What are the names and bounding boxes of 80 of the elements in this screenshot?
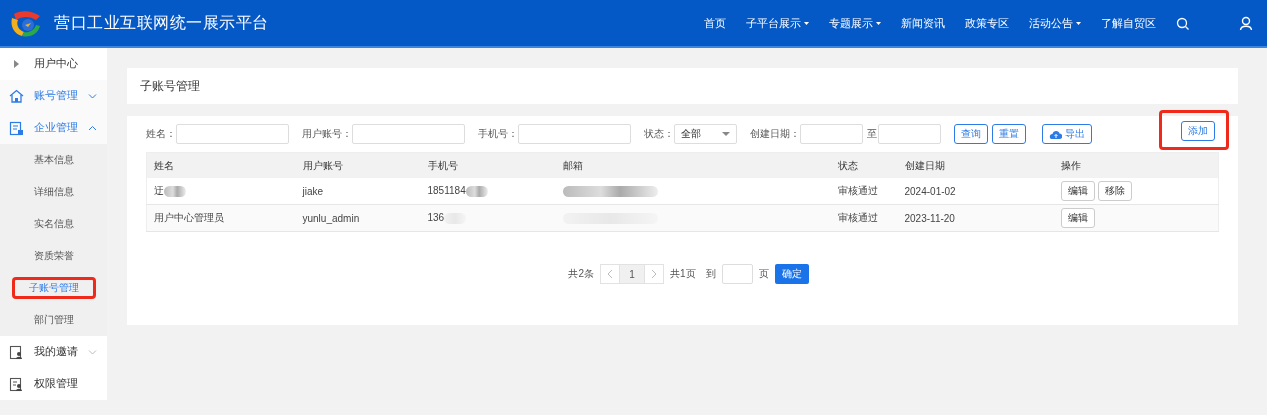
document-icon bbox=[8, 120, 24, 136]
caret-icon bbox=[804, 21, 809, 25]
table-cell: 2023-11-20 bbox=[904, 212, 955, 224]
table-cell: 用户中心管理员 bbox=[154, 212, 224, 223]
person-document-icon bbox=[8, 344, 24, 360]
nav-link[interactable]: 子平台展示 bbox=[746, 15, 809, 31]
table-cell: jiake bbox=[302, 185, 324, 197]
column-header: 姓名 bbox=[146, 152, 296, 178]
column-header: 状态 bbox=[830, 152, 898, 178]
column-header: 手机号 bbox=[420, 152, 556, 178]
date-field[interactable] bbox=[878, 124, 941, 144]
input-field[interactable] bbox=[176, 124, 289, 144]
table-cell: 2024-01-02 bbox=[904, 185, 956, 197]
field-label: 状态： bbox=[644, 127, 674, 141]
sidebar-item[interactable]: 企业管理 bbox=[0, 112, 107, 144]
table-cell: 1851184 bbox=[427, 185, 466, 197]
input-field[interactable] bbox=[352, 124, 465, 144]
confirm-button[interactable]: 确定 bbox=[774, 264, 809, 284]
submenu-item[interactable]: 基本信息 bbox=[33, 153, 74, 167]
table-cell: yunlu_admin bbox=[302, 212, 360, 224]
user-icon bbox=[1239, 16, 1253, 30]
nav-link[interactable]: 专题展示 bbox=[829, 15, 881, 31]
submenu-item[interactable]: 部门管理 bbox=[33, 313, 74, 327]
search-icon bbox=[1176, 16, 1189, 30]
goto-label: 到 bbox=[705, 267, 716, 281]
row-action-button[interactable]: 编辑 bbox=[1060, 181, 1095, 201]
input-field[interactable] bbox=[518, 124, 631, 144]
field-label: 创建日期： bbox=[750, 127, 800, 141]
site-title: 营口工业互联网统一展示平台 bbox=[54, 12, 269, 33]
user-button[interactable] bbox=[1239, 16, 1253, 30]
house-icon bbox=[8, 88, 24, 104]
sidebar-item[interactable]: 用户中心 bbox=[0, 48, 107, 80]
action-button[interactable]: 导出 bbox=[1042, 124, 1092, 144]
nav-link[interactable]: 活动公告 bbox=[1029, 15, 1081, 31]
sidebar-item[interactable]: 权限管理 bbox=[0, 368, 107, 400]
person-document-icon bbox=[8, 376, 24, 392]
field-label: 手机号： bbox=[478, 127, 518, 141]
page-button[interactable]: 1 bbox=[619, 265, 645, 283]
submenu-item[interactable]: 资质荣誉 bbox=[33, 249, 74, 263]
sidebar-item[interactable]: 账号管理 bbox=[0, 80, 107, 112]
total-count: 共2条 bbox=[568, 267, 594, 281]
add-button[interactable]: 添加 bbox=[1181, 121, 1215, 141]
nav-link[interactable]: 政策专区 bbox=[965, 15, 1009, 31]
field-label: 姓名： bbox=[146, 127, 176, 141]
submenu-item[interactable]: 详细信息 bbox=[33, 185, 74, 199]
table-cell: 审核通过 bbox=[837, 212, 878, 223]
status-select[interactable]: 全部 bbox=[674, 124, 737, 144]
column-header: 创建日期 bbox=[897, 152, 1054, 178]
action-button[interactable]: 查询 bbox=[954, 124, 988, 144]
row-action-button[interactable]: 移除 bbox=[1097, 181, 1132, 201]
caret-icon bbox=[13, 60, 19, 68]
page-unit: 页 bbox=[758, 267, 769, 281]
nav-link[interactable]: 新闻资讯 bbox=[901, 15, 945, 31]
nav-link[interactable]: 首页 bbox=[704, 15, 726, 31]
page-input[interactable] bbox=[721, 264, 753, 284]
table-cell: 136 bbox=[427, 212, 445, 224]
search-button[interactable] bbox=[1176, 16, 1189, 30]
column-header: 用户账号 bbox=[295, 152, 421, 178]
cloud-upload-icon bbox=[1049, 128, 1062, 140]
submenu-item[interactable]: 子账号管理 bbox=[28, 281, 79, 295]
chevron-right-icon bbox=[651, 269, 657, 279]
column-header: 操作 bbox=[1053, 152, 1219, 178]
row-action-button[interactable]: 编辑 bbox=[1060, 208, 1095, 228]
page-count: 共1页 bbox=[670, 267, 696, 281]
chevron-left-icon bbox=[607, 269, 613, 279]
page-title: 子账号管理 bbox=[127, 68, 1238, 104]
date-field[interactable] bbox=[800, 124, 863, 144]
submenu-item[interactable]: 实名信息 bbox=[33, 217, 74, 231]
sidebar-item[interactable]: 我的邀请 bbox=[0, 336, 107, 368]
table-cell: 迂 bbox=[154, 185, 164, 196]
range-separator: 至 bbox=[867, 127, 877, 141]
table-cell: 审核通过 bbox=[837, 185, 878, 196]
field-label: 用户账号： bbox=[302, 127, 352, 141]
caret-icon bbox=[722, 132, 730, 136]
caret-icon bbox=[1076, 21, 1081, 25]
action-button[interactable]: 重置 bbox=[992, 124, 1026, 144]
column-header: 邮箱 bbox=[555, 152, 831, 178]
logo-icon bbox=[10, 8, 42, 38]
caret-icon bbox=[876, 21, 881, 25]
nav-link[interactable]: 了解自贸区 bbox=[1101, 15, 1156, 31]
